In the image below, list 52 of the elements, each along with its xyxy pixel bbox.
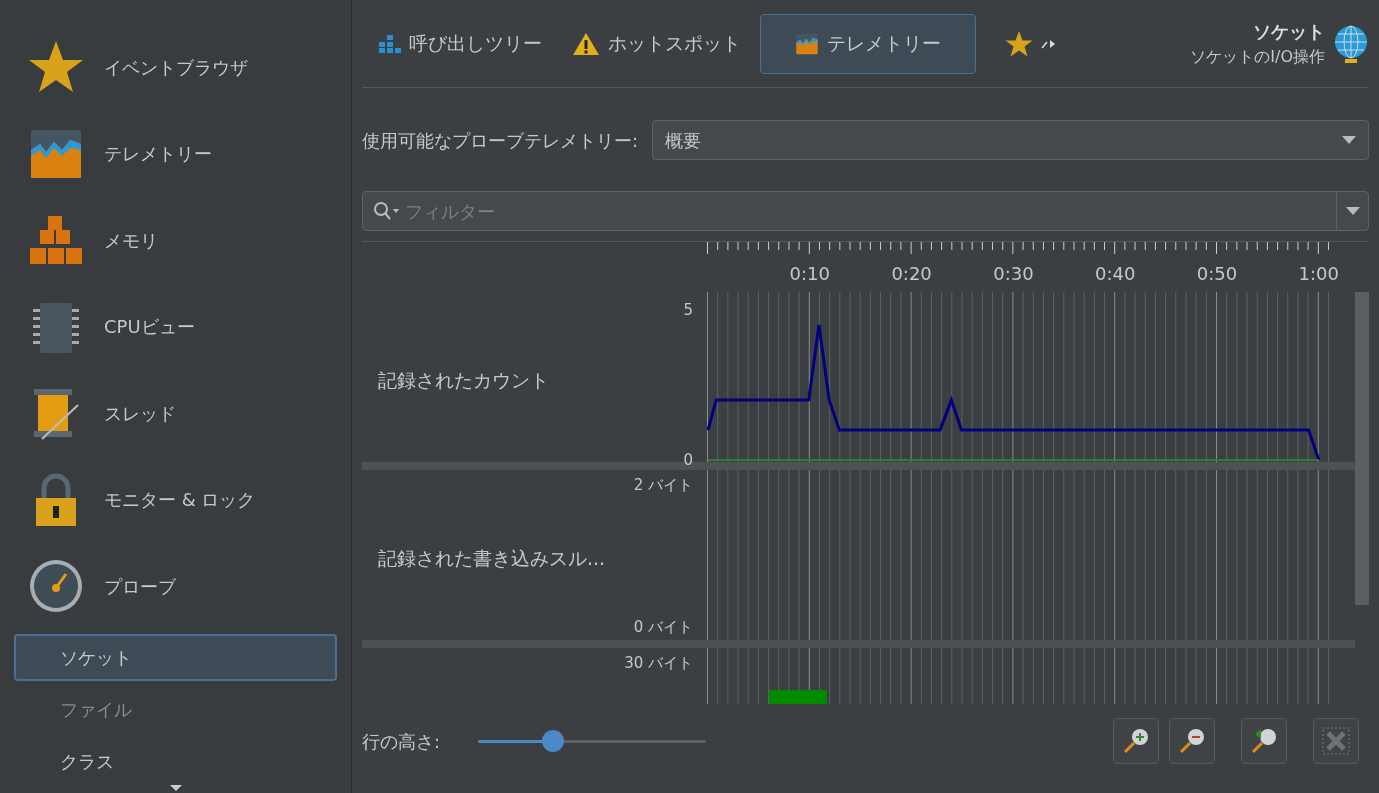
header-subtitle: ソケットのI/O操作 bbox=[1190, 46, 1325, 68]
sidebar-subitem[interactable]: クラス bbox=[14, 737, 337, 785]
axis-label: 0 bbox=[683, 449, 693, 471]
zoom-button[interactable] bbox=[1241, 718, 1287, 764]
sidebar-item[interactable]: テレメトリー bbox=[14, 110, 337, 198]
sidebar-item[interactable]: CPUビュー bbox=[14, 283, 337, 371]
time-label: 0:20 bbox=[891, 262, 932, 286]
slider-thumb[interactable] bbox=[542, 730, 565, 752]
dropdown-arrow-icon bbox=[1342, 136, 1356, 144]
sidebar-item[interactable]: イベントブラウザ bbox=[14, 24, 337, 111]
sidebar-item[interactable]: プローブ bbox=[14, 543, 337, 630]
header-title: ソケット bbox=[1253, 20, 1325, 44]
time-label: 1:00 bbox=[1298, 262, 1339, 286]
scrollbar-thumb[interactable] bbox=[1355, 292, 1369, 605]
sidebar-item[interactable]: メモリ bbox=[14, 197, 337, 284]
time-label: 0:50 bbox=[1196, 262, 1238, 286]
gauge-icon bbox=[28, 558, 84, 615]
zoom-button[interactable] bbox=[1113, 718, 1159, 764]
close-icon bbox=[1321, 726, 1351, 756]
hierarchy-icon bbox=[379, 34, 401, 53]
globe-icon bbox=[1333, 23, 1369, 64]
axis-label: 30 バイト bbox=[624, 653, 693, 674]
zoom-in-icon bbox=[1121, 726, 1151, 756]
tab[interactable]: 呼び出しツリー bbox=[368, 13, 553, 74]
warning-icon bbox=[572, 31, 600, 56]
sidebar-subitem[interactable]: ソケット bbox=[14, 633, 337, 682]
zoom-reset-icon bbox=[1249, 726, 1279, 756]
row-height-slider[interactable] bbox=[478, 730, 706, 752]
tab[interactable]: テレメトリー bbox=[760, 13, 976, 74]
zoom-out-icon bbox=[1177, 726, 1207, 756]
time-label: 0:10 bbox=[789, 262, 830, 286]
row-label: 記録された書き込みスル... bbox=[378, 546, 606, 571]
axis-label: 0 バイト bbox=[633, 616, 693, 638]
star-icon bbox=[1005, 29, 1033, 58]
probe-telemetry-label: 使用可能なプローブテレメトリー: bbox=[362, 128, 639, 153]
caret-icon bbox=[1041, 37, 1055, 50]
time-label: 0:30 bbox=[993, 262, 1034, 286]
time-label: 0:40 bbox=[1095, 262, 1136, 286]
row-height-label: 行の高さ: bbox=[362, 729, 442, 754]
dropdown-arrow-icon bbox=[1345, 207, 1360, 215]
axis-label: 2 バイト bbox=[633, 475, 693, 496]
sidebar-item[interactable]: モニター & ロック bbox=[14, 456, 337, 544]
clear-selection-button[interactable] bbox=[1313, 718, 1359, 764]
chart-grid-icon bbox=[795, 31, 819, 56]
sidebar-item[interactable]: スレッド bbox=[14, 370, 337, 457]
zoom-button[interactable] bbox=[1169, 718, 1215, 764]
axis-label: 5 bbox=[683, 299, 693, 321]
tab[interactable]: ホットスポット bbox=[561, 13, 752, 74]
scroll-down-icon[interactable] bbox=[169, 785, 182, 793]
probe-telemetry-dropdown[interactable]: 概要 bbox=[652, 120, 1369, 160]
data-bar bbox=[769, 690, 827, 704]
row-label: 記録されたカウント bbox=[378, 368, 549, 393]
